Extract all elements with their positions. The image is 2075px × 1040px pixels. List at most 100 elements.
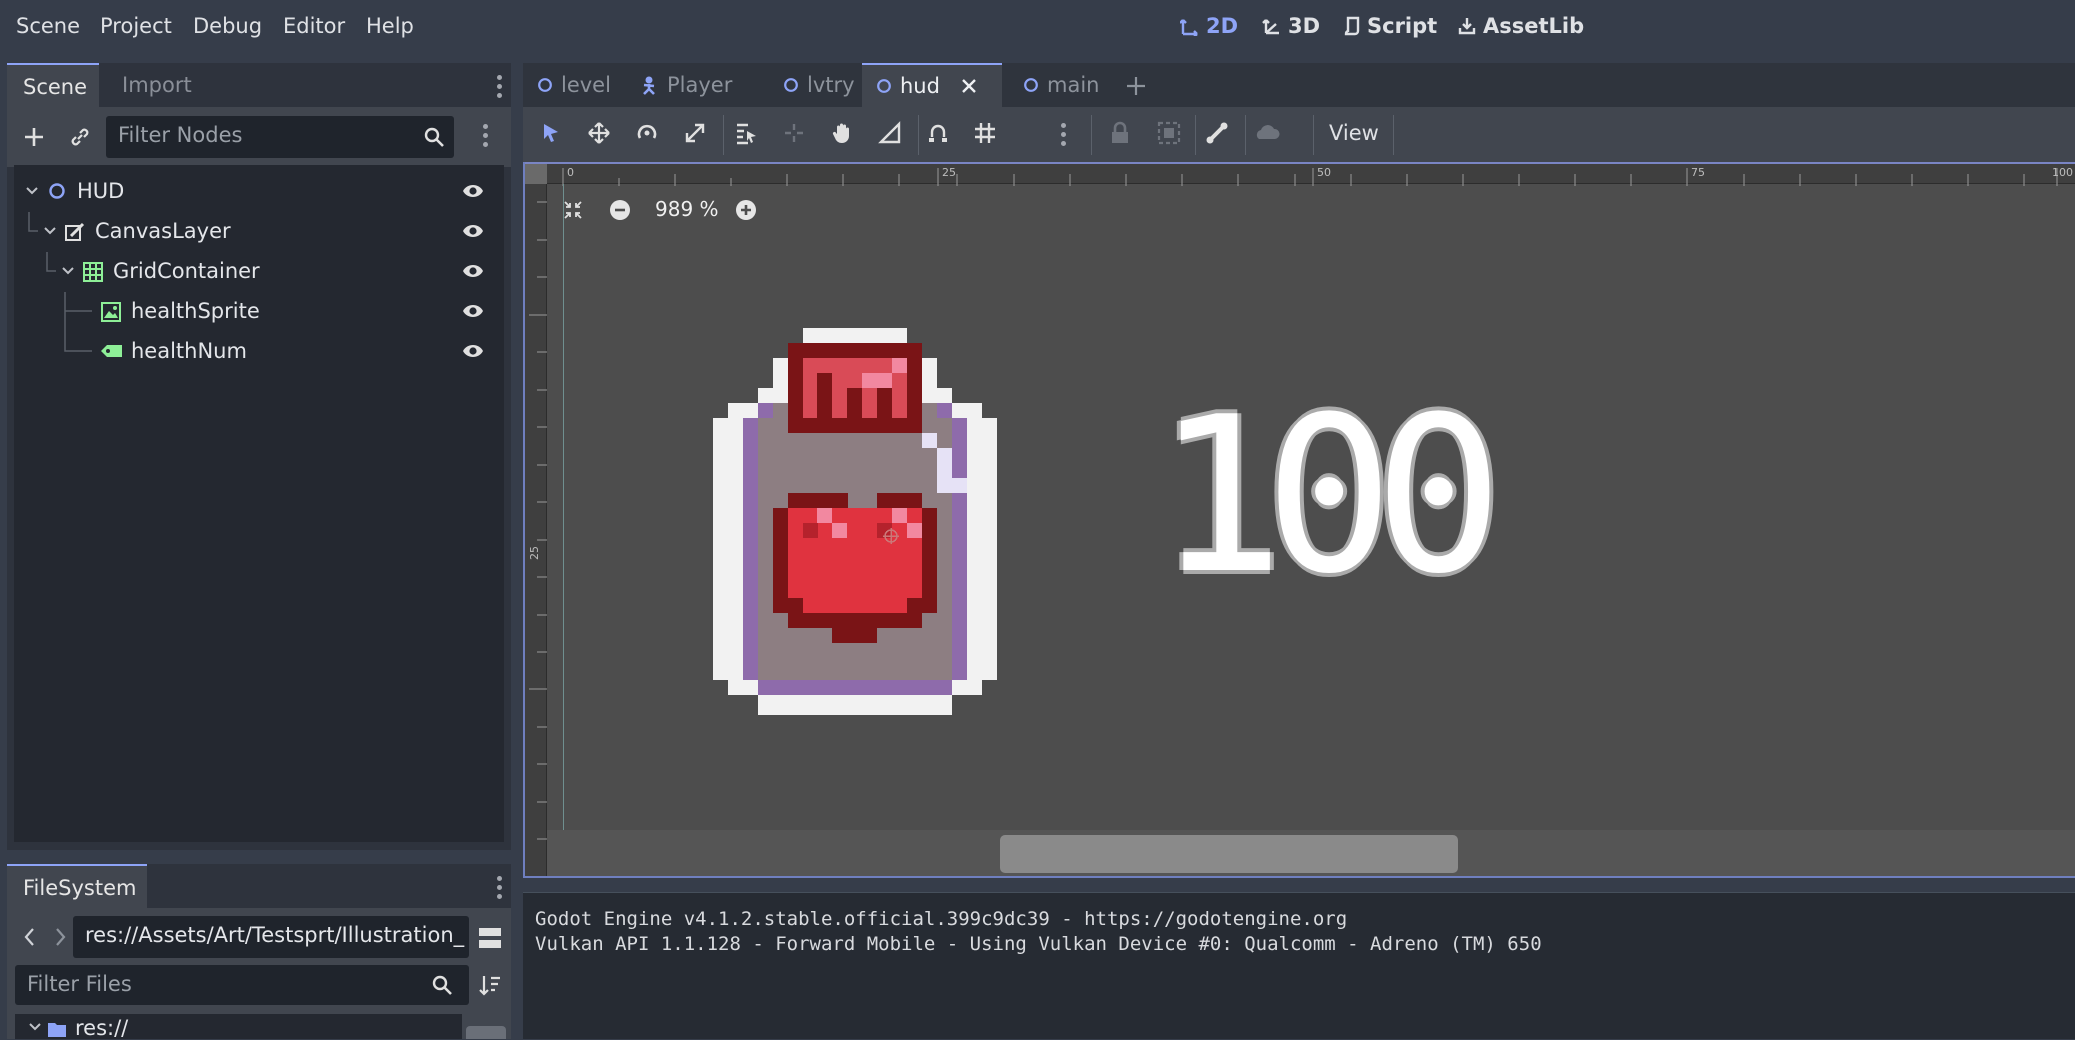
tree-guide-line <box>46 252 56 272</box>
collapse-arrow-icon[interactable] <box>26 186 38 196</box>
tree-item-gridcontainer[interactable]: GridContainer <box>14 252 494 290</box>
forward-arrow-icon[interactable] <box>53 926 67 948</box>
scene-tab-hud[interactable]: hud <box>862 63 1002 107</box>
zoom-level[interactable]: 989 % <box>655 197 719 221</box>
file-tree: res:// <box>15 1014 462 1040</box>
mode-script-label: Script <box>1367 14 1438 38</box>
skeleton-bone-icon[interactable] <box>1205 121 1229 145</box>
dock-menu-dots-icon[interactable] <box>497 876 503 899</box>
ruler-label: 50 <box>1317 166 1331 179</box>
visibility-eye-icon[interactable] <box>462 302 484 320</box>
menu-scene[interactable]: Scene <box>16 14 80 38</box>
mode-assetlib-button[interactable]: AssetLib <box>1457 14 1584 38</box>
output-line: Godot Engine v4.1.2.stable.official.399c… <box>535 908 1348 930</box>
center-view-icon[interactable] <box>563 200 583 220</box>
tree-item-canvaslayer[interactable]: CanvasLayer <box>14 212 494 250</box>
ruler-label: 75 <box>1691 166 1705 179</box>
node-circle-icon <box>1024 78 1038 92</box>
2d-icon <box>1180 19 1198 36</box>
mode-script-button[interactable]: Script <box>1343 14 1437 38</box>
pan-mode-icon[interactable] <box>830 121 854 145</box>
ruler-label: 25 <box>528 546 541 560</box>
top-ruler[interactable]: 0 25 50 75 100 <box>525 162 2075 186</box>
scale-mode-icon[interactable] <box>683 121 707 145</box>
snap-options-dots-icon[interactable] <box>1061 123 1067 146</box>
horizontal-scroll-thumb[interactable] <box>1000 835 1458 873</box>
node-circle-icon <box>49 183 65 199</box>
collapse-arrow-icon[interactable] <box>29 1022 41 1032</box>
left-ruler-ticks <box>529 201 547 840</box>
back-arrow-icon[interactable] <box>23 926 37 948</box>
tab-scene[interactable]: Scene <box>7 63 99 107</box>
scene-options-dots-icon[interactable] <box>483 124 489 147</box>
particles-icon[interactable] <box>1255 121 1281 145</box>
scene-tab-player[interactable]: Player <box>625 63 746 107</box>
zoom-out-icon[interactable] <box>609 199 631 221</box>
collapse-arrow-icon[interactable] <box>62 266 74 276</box>
tree-item-healthnum[interactable]: healthNum <box>14 332 494 370</box>
tab-import[interactable]: Import <box>106 63 208 107</box>
layout-toggle-icon[interactable] <box>478 926 502 950</box>
visibility-eye-icon[interactable] <box>462 342 484 360</box>
canvas-origin-line <box>563 184 564 830</box>
scene-toolbar: Filter Nodes <box>7 107 511 167</box>
character-icon <box>643 76 655 95</box>
filter-files-input[interactable]: Filter Files <box>15 965 469 1005</box>
ruler-mode-icon[interactable] <box>878 121 902 145</box>
canvas-viewport[interactable]: 0 25 50 75 100 25 989 % 100 <box>523 162 2075 878</box>
filesystem-path-input[interactable]: res://Assets/Art/Testsprt/Illustration_ <box>73 916 469 958</box>
health-number-label[interactable]: 100 <box>1155 388 1503 603</box>
menu-editor[interactable]: Editor <box>283 14 345 38</box>
tree-item-healthsprite[interactable]: healthSprite <box>14 292 494 352</box>
visibility-eye-icon[interactable] <box>462 262 484 280</box>
sort-icon[interactable] <box>479 974 501 996</box>
group-icon[interactable] <box>1157 121 1181 145</box>
output-line: Vulkan API 1.1.128 - Forward Mobile - Us… <box>535 933 1542 955</box>
file-tree-root-label[interactable]: res:// <box>75 1016 128 1040</box>
rotate-mode-icon[interactable] <box>635 121 659 145</box>
lock-icon[interactable] <box>1109 121 1131 145</box>
move-mode-icon[interactable] <box>587 121 611 145</box>
close-icon[interactable] <box>960 77 978 95</box>
menu-help[interactable]: Help <box>366 14 414 38</box>
health-sprite[interactable] <box>713 328 997 715</box>
menu-project[interactable]: Project <box>100 14 172 38</box>
node-circle-icon <box>538 78 552 92</box>
label-node-icon <box>101 345 122 357</box>
dock-menu-dots-icon[interactable] <box>497 75 503 98</box>
visibility-eye-icon[interactable] <box>462 222 484 240</box>
mode-assetlib-label: AssetLib <box>1483 14 1585 38</box>
script-icon <box>1344 16 1360 36</box>
pivot-mode-icon[interactable] <box>782 121 806 145</box>
left-ruler[interactable]: 25 <box>525 184 547 876</box>
grid-snap-icon[interactable] <box>973 121 997 145</box>
menu-debug[interactable]: Debug <box>193 14 262 38</box>
scene-tab-level[interactable]: level <box>523 63 625 107</box>
menu-bar: Scene Project Debug Editor Help 2D 3D Sc… <box>0 0 2075 60</box>
select-mode-icon[interactable] <box>539 121 563 145</box>
tab-filesystem[interactable]: FileSystem <box>7 864 147 908</box>
scene-tab-label: level <box>561 73 611 97</box>
add-node-icon[interactable] <box>23 126 45 148</box>
tree-item-hud[interactable]: HUD <box>14 172 494 210</box>
scene-tab-lvtry[interactable]: lvtry <box>769 63 869 107</box>
zoom-in-icon[interactable] <box>735 199 757 221</box>
view-menu-button[interactable]: View <box>1329 121 1379 145</box>
visibility-eye-icon[interactable] <box>462 182 484 200</box>
mode-3d-button[interactable]: 3D <box>1262 14 1320 38</box>
instance-link-icon[interactable] <box>69 126 91 148</box>
list-select-icon[interactable] <box>734 121 758 145</box>
smart-snap-icon[interactable] <box>926 121 950 145</box>
collapse-arrow-icon[interactable] <box>44 226 56 236</box>
scene-tab-main[interactable]: main <box>1009 63 1113 107</box>
add-scene-tab-icon[interactable] <box>1125 75 1147 97</box>
file-tree-scrollbar[interactable] <box>466 1026 506 1039</box>
mode-2d-button[interactable]: 2D <box>1180 14 1238 38</box>
ruler-label: 0 <box>567 166 574 179</box>
horizontal-scrollbar[interactable] <box>547 830 2075 876</box>
scene-tab-label: Player <box>667 73 733 97</box>
filter-nodes-input[interactable]: Filter Nodes <box>106 116 454 158</box>
assetlib-icon <box>1458 18 1476 35</box>
mode-2d-label: 2D <box>1206 14 1239 38</box>
filesystem-dock: FileSystem res://Assets/Art/Testsprt/Ill… <box>7 864 511 1040</box>
